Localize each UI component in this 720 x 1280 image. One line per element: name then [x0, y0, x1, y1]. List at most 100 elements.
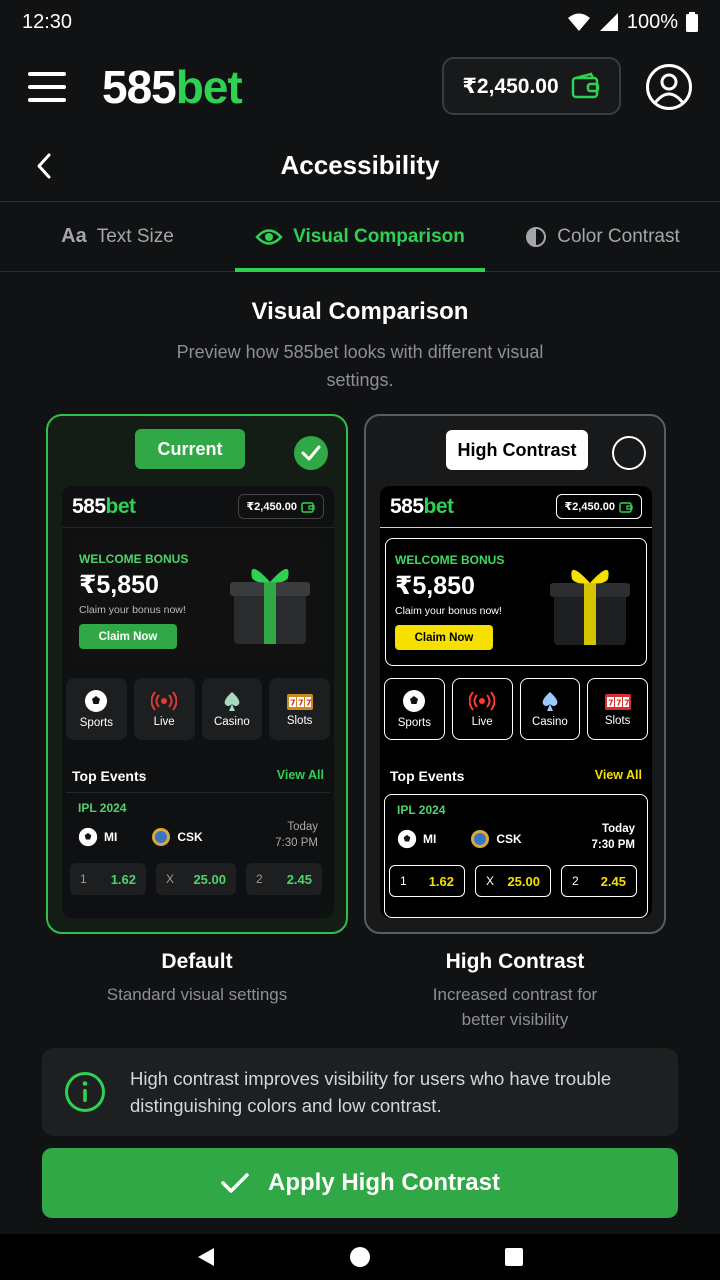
checkmark-icon [221, 1173, 249, 1193]
high-contrast-preview-card[interactable]: High Contrast 585bet ₹2,450.00 WELCOME B… [364, 414, 666, 934]
category-list: Sports Live Casino 777 Slots [384, 678, 648, 740]
system-navigation-bar [0, 1234, 720, 1280]
slot-machine-icon: 777 [286, 694, 313, 710]
category-live: Live [451, 678, 513, 740]
category-slots: 777 Slots [587, 678, 648, 740]
app-bar: 585bet ₹2,450.00 [0, 44, 720, 130]
category-sports: Sports [66, 678, 127, 740]
wallet-icon [571, 72, 599, 99]
spade-icon [542, 692, 558, 711]
back-arrow-icon[interactable] [34, 152, 54, 180]
category-slots: 777 Slots [269, 678, 330, 740]
category-sports: Sports [384, 678, 445, 740]
live-broadcast-icon [469, 691, 496, 711]
selected-check-icon [294, 436, 328, 470]
signal-icon [599, 13, 618, 31]
default-description: Standard visual settings [106, 985, 288, 1004]
section-subtitle: Preview how 585bet looks with different … [176, 342, 544, 390]
welcome-bonus-banner: WELCOME BONUS ₹5,850 Claim your bonus no… [70, 538, 326, 666]
wallet-balance: ₹2,450.00 [462, 74, 559, 98]
svg-text:7: 7 [298, 699, 304, 708]
odd-home: 1 1.62 [70, 863, 146, 895]
preview-logo: 585bet [72, 494, 136, 518]
spade-icon [224, 692, 240, 711]
svg-text:7: 7 [608, 699, 614, 708]
page-title: Accessibility [280, 150, 440, 180]
odd-away: 2 2.45 [561, 865, 637, 897]
svg-text:7: 7 [616, 699, 622, 708]
high-contrast-description: Increased contrast for better visibility [432, 985, 598, 1029]
info-notice: High contrast improves visibility for us… [42, 1048, 678, 1136]
high-contrast-badge: High Contrast [446, 430, 588, 470]
text-size-icon: Aa [61, 225, 87, 247]
slot-machine-icon: 777 [604, 694, 631, 710]
eye-icon [255, 228, 283, 245]
nav-home-icon[interactable] [349, 1246, 371, 1268]
tab-color-contrast[interactable]: Color Contrast [485, 202, 720, 271]
gift-icon [230, 568, 310, 644]
odd-home: 1 1.62 [389, 865, 465, 897]
section-title: Visual Comparison [251, 298, 469, 325]
odd-away: 2 2.45 [246, 863, 322, 895]
battery-icon [686, 12, 698, 32]
battery-percent: 100% [626, 10, 678, 33]
soccer-ball-icon [403, 690, 426, 712]
gift-icon [550, 569, 630, 645]
odd-draw: X 25.00 [156, 863, 236, 895]
csk-team-icon [152, 828, 171, 846]
top-events-header: Top Events View All [390, 768, 642, 784]
current-badge: Current [135, 414, 253, 469]
select-radio-button[interactable] [612, 436, 646, 470]
high-contrast-caption: High Contrast Increased contrast for bet… [364, 950, 666, 1032]
info-text: High contrast improves visibility for us… [130, 1068, 612, 1116]
apply-high-contrast-button[interactable]: Apply High Contrast [42, 1148, 678, 1218]
csk-team-icon [471, 830, 490, 848]
nav-recents-icon[interactable] [504, 1247, 524, 1267]
apply-button-label: Apply High Contrast [268, 1169, 500, 1196]
soccer-ball-icon [78, 827, 98, 847]
soccer-ball-icon [397, 829, 417, 849]
soccer-ball-icon [85, 690, 108, 712]
status-bar: 12:30 100% [0, 0, 720, 44]
wallet-icon [301, 501, 315, 513]
category-live: Live [133, 678, 195, 740]
live-broadcast-icon [151, 691, 178, 711]
svg-text:7: 7 [290, 699, 296, 708]
default-caption: Default Standard visual settings [46, 950, 348, 1007]
contrast-icon [526, 226, 547, 247]
claim-now-button: Claim Now [79, 624, 177, 649]
page-header: Accessibility [0, 130, 720, 202]
preview-wallet: ₹2,450.00 [555, 494, 642, 519]
profile-avatar-icon[interactable] [646, 64, 692, 110]
wallet-balance-button[interactable]: ₹2,450.00 [442, 57, 621, 115]
phone-preview: 585bet ₹2,450.00 WELCOME BONUS ₹5,850 Cl… [62, 486, 334, 918]
info-icon [65, 1072, 105, 1112]
brand-logo[interactable]: 585bet [102, 60, 243, 114]
menu-icon[interactable] [28, 72, 66, 102]
status-time: 12:30 [22, 10, 73, 33]
phone-preview-high-contrast: 585bet ₹2,450.00 WELCOME BONUS ₹5,850 Cl… [380, 486, 652, 918]
odds-row: 1 1.62 X 25.00 2 2.45 [70, 863, 322, 895]
category-list: Sports Live Casino 777 Slots [66, 678, 330, 740]
tab-text-size[interactable]: Aa Text Size [0, 202, 235, 271]
top-events-header: Top Events View All [72, 768, 324, 784]
wifi-icon [567, 13, 590, 31]
event-card: IPL 2024 MI CSK Today 7:30 PM 1 1.62 X 25.0… [66, 792, 330, 916]
default-title: Default [161, 950, 233, 973]
category-casino: Casino [201, 678, 263, 740]
tab-visual-comparison[interactable]: Visual Comparison [235, 202, 485, 272]
default-preview-card[interactable]: Current 585bet ₹2,450.00 WELCOME BONUS ₹… [46, 414, 348, 934]
odd-draw: X 25.00 [475, 865, 551, 897]
svg-text:7: 7 [624, 699, 630, 708]
preview-wallet: ₹2,450.00 [237, 494, 324, 519]
welcome-bonus-banner: WELCOME BONUS ₹5,850 Claim your bonus no… [385, 538, 647, 666]
preview-logo: 585bet [390, 494, 454, 518]
nav-back-icon[interactable] [196, 1246, 216, 1268]
claim-now-button: Claim Now [395, 625, 493, 650]
category-casino: Casino [519, 678, 581, 740]
odds-row: 1 1.62 X 25.00 2 2.45 [389, 865, 637, 897]
event-card: IPL 2024 MI CSK Today 7:30 PM 1 1.62 X 25.0… [384, 794, 648, 918]
wallet-icon [619, 501, 633, 513]
svg-text:7: 7 [306, 699, 312, 708]
accessibility-tabs: Aa Text Size Visual Comparison Color Con… [0, 202, 720, 272]
